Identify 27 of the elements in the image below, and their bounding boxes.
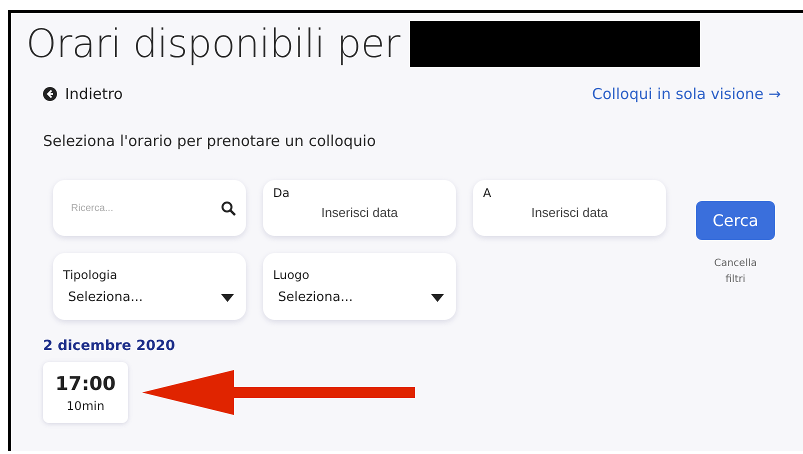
select-value: Seleziona...	[68, 290, 143, 305]
clear-filters-link[interactable]: Cancella filtri	[706, 256, 766, 288]
search-icon	[221, 200, 236, 216]
field-label: Tipologia	[63, 268, 118, 282]
page-title: Orari disponibili per	[26, 22, 400, 66]
search-button[interactable]: Cerca	[696, 201, 775, 240]
caret-icon	[221, 294, 234, 302]
select-field[interactable]: Luogo Seleziona...	[263, 253, 456, 320]
time-slot[interactable]: 17:00 10min	[43, 362, 128, 423]
date-heading: 2 dicembre 2020	[43, 338, 176, 354]
caret-icon	[431, 294, 444, 302]
date-input[interactable]: Inserisci data	[483, 204, 656, 221]
instruction-text: Seleziona l'orario per prenotare un colloquio	[43, 132, 377, 150]
search-input[interactable]: Ricerca...	[69, 202, 221, 214]
date-field[interactable]: A Inserisci data	[473, 180, 666, 236]
field-label: A	[483, 186, 492, 200]
date-field[interactable]: Da Inserisci data	[263, 180, 456, 236]
select-field[interactable]: Tipologia Seleziona...	[53, 253, 246, 320]
field-label: Luogo	[273, 268, 310, 282]
back-link[interactable]: Indietro	[43, 85, 123, 103]
search-field[interactable]: Ricerca...	[53, 180, 246, 236]
date-input[interactable]: Inserisci data	[273, 204, 446, 221]
view-only-link[interactable]: Colloqui in sola visione →	[592, 85, 781, 103]
select-value: Seleziona...	[278, 290, 353, 305]
slot-duration: 10min	[66, 398, 104, 412]
field-label: Da	[273, 186, 291, 200]
slot-time: 17:00	[55, 372, 116, 394]
